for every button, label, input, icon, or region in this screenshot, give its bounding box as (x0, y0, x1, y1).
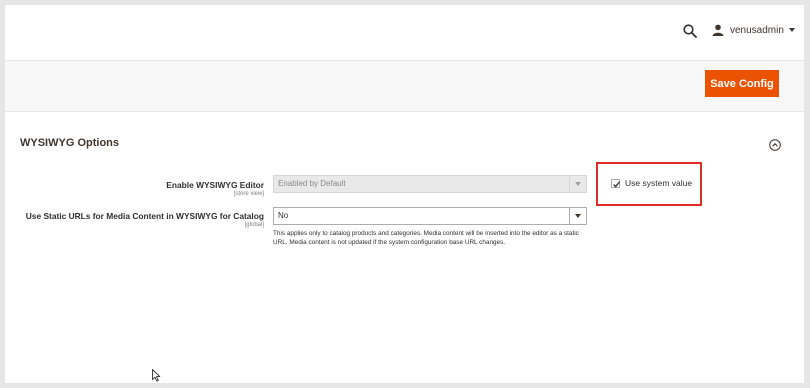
select-value: No (278, 211, 289, 220)
select-value: Enabled by Default (278, 179, 346, 188)
chevron-down-icon (575, 214, 581, 218)
username: venusadmin (730, 24, 784, 36)
use-system-value-checkbox[interactable] (611, 179, 621, 188)
admin-page: venusadmin Save Config WYSIWYG Options E… (5, 5, 804, 383)
static-urls-select[interactable]: No (273, 207, 587, 225)
mouse-cursor-icon (152, 369, 161, 382)
field-note: This applies only to catalog products an… (273, 230, 579, 246)
page-header: venusadmin (5, 5, 804, 60)
field-label: Use Static URLs for Media Content in WYS… (25, 211, 264, 221)
checkmark-icon (613, 181, 621, 188)
user-account-menu[interactable]: venusadmin (712, 24, 795, 36)
chevron-down-icon (788, 28, 795, 32)
field-label: Enable WYSIWYG Editor (166, 180, 264, 190)
section-title[interactable]: WYSIWYG Options (20, 137, 119, 149)
save-config-button[interactable]: Save Config (705, 70, 779, 97)
select-arrow[interactable] (569, 208, 586, 224)
field-label-enable-wysiwyg: Enable WYSIWYG Editor [store view] (166, 180, 264, 197)
search-icon[interactable] (683, 24, 697, 38)
user-icon (712, 24, 724, 36)
field-scope: [store view] (233, 191, 264, 197)
field-label-static-urls: Use Static URLs for Media Content in WYS… (26, 211, 264, 228)
select-arrow (569, 176, 586, 192)
chevron-down-icon (575, 182, 581, 186)
use-system-value-label[interactable]: Use system value (625, 178, 692, 188)
page-actions-bar: Save Config (5, 60, 804, 112)
enable-wysiwyg-select: Enabled by Default (273, 175, 587, 193)
chevron-up-circle-icon[interactable] (769, 139, 781, 151)
field-scope: [global] (244, 222, 264, 228)
